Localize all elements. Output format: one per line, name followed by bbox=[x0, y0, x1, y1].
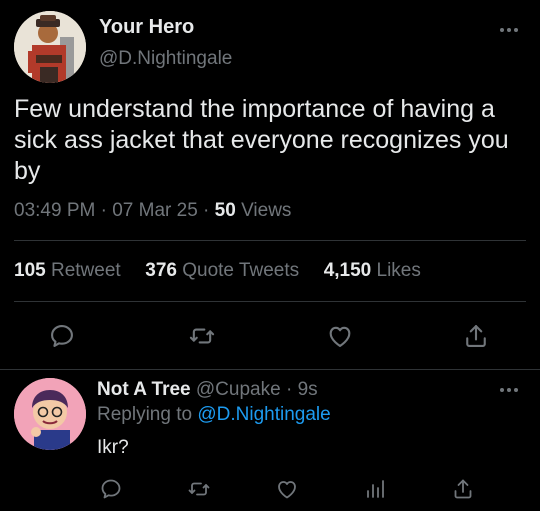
avatar[interactable] bbox=[14, 378, 86, 450]
reply-text: Ikr? bbox=[97, 437, 129, 458]
reply-age[interactable]: 9s bbox=[298, 379, 318, 400]
more-options-icon[interactable] bbox=[500, 26, 522, 34]
main-tweet: Your Hero @D.Nightingale Few understand … bbox=[0, 0, 540, 370]
reply-author-name[interactable]: Not A Tree bbox=[97, 379, 191, 400]
meta-separator: · bbox=[203, 200, 215, 221]
views-count: 50 bbox=[214, 200, 236, 221]
more-dot bbox=[507, 28, 511, 32]
quote-count: 376 bbox=[145, 260, 177, 281]
divider bbox=[14, 301, 526, 302]
retweet-stat[interactable]: 105 Retweet bbox=[14, 260, 121, 281]
more-dot bbox=[514, 28, 518, 32]
author-handle[interactable]: @D.Nightingale bbox=[99, 48, 232, 70]
retweet-count: 105 bbox=[14, 260, 46, 281]
views-icon[interactable] bbox=[360, 474, 390, 504]
reply-actions bbox=[0, 474, 540, 504]
tweet-meta: 03:49 PM · 07 Mar 25 · 50 Views bbox=[14, 200, 291, 222]
divider bbox=[14, 240, 526, 241]
more-dot bbox=[514, 388, 518, 392]
like-icon[interactable] bbox=[322, 318, 358, 354]
like-count: 4,150 bbox=[323, 260, 372, 281]
more-dot bbox=[500, 388, 504, 392]
views-label: Views bbox=[241, 200, 292, 221]
avatar[interactable] bbox=[14, 11, 86, 83]
reply-icon[interactable] bbox=[44, 318, 80, 354]
like-label: Likes bbox=[376, 260, 421, 281]
retweet-icon[interactable] bbox=[184, 474, 214, 504]
reply-author-handle[interactable]: @Cupake bbox=[196, 379, 281, 400]
tweet-text: Few understand the importance of having … bbox=[14, 95, 509, 185]
reply-tweet[interactable]: Not A Tree @Cupake · 9s Replying to @D.N… bbox=[0, 370, 540, 511]
retweet-label: Retweet bbox=[50, 260, 121, 281]
like-stat[interactable]: 4,150 Likes bbox=[324, 260, 421, 281]
reply-header: Not A Tree @Cupake · 9s bbox=[97, 379, 318, 401]
tweet-actions bbox=[0, 318, 540, 354]
author-name[interactable]: Your Hero bbox=[99, 16, 194, 39]
quote-label: Quote Tweets bbox=[182, 260, 300, 281]
more-options-icon[interactable] bbox=[500, 386, 522, 394]
avatar-illustration bbox=[14, 378, 86, 450]
quote-stat[interactable]: 376 Quote Tweets bbox=[145, 260, 299, 281]
tweet-time[interactable]: 03:49 PM bbox=[14, 200, 95, 221]
meta-separator: · bbox=[285, 379, 298, 400]
tweet-stats: 105 Retweet 376 Quote Tweets 4,150 Likes bbox=[14, 260, 421, 282]
meta-separator: · bbox=[100, 200, 113, 221]
share-icon[interactable] bbox=[448, 474, 478, 504]
replying-label: Replying to bbox=[97, 404, 193, 425]
reply-icon[interactable] bbox=[96, 474, 126, 504]
like-icon[interactable] bbox=[272, 474, 302, 504]
retweet-icon[interactable] bbox=[184, 318, 220, 354]
share-icon[interactable] bbox=[458, 318, 494, 354]
more-dot bbox=[507, 388, 511, 392]
more-dot bbox=[500, 28, 504, 32]
replying-to: Replying to @D.Nightingale bbox=[97, 404, 331, 426]
replying-handle-link[interactable]: @D.Nightingale bbox=[197, 404, 330, 425]
avatar-illustration bbox=[14, 11, 86, 83]
tweet-date[interactable]: 07 Mar 25 bbox=[112, 200, 198, 221]
